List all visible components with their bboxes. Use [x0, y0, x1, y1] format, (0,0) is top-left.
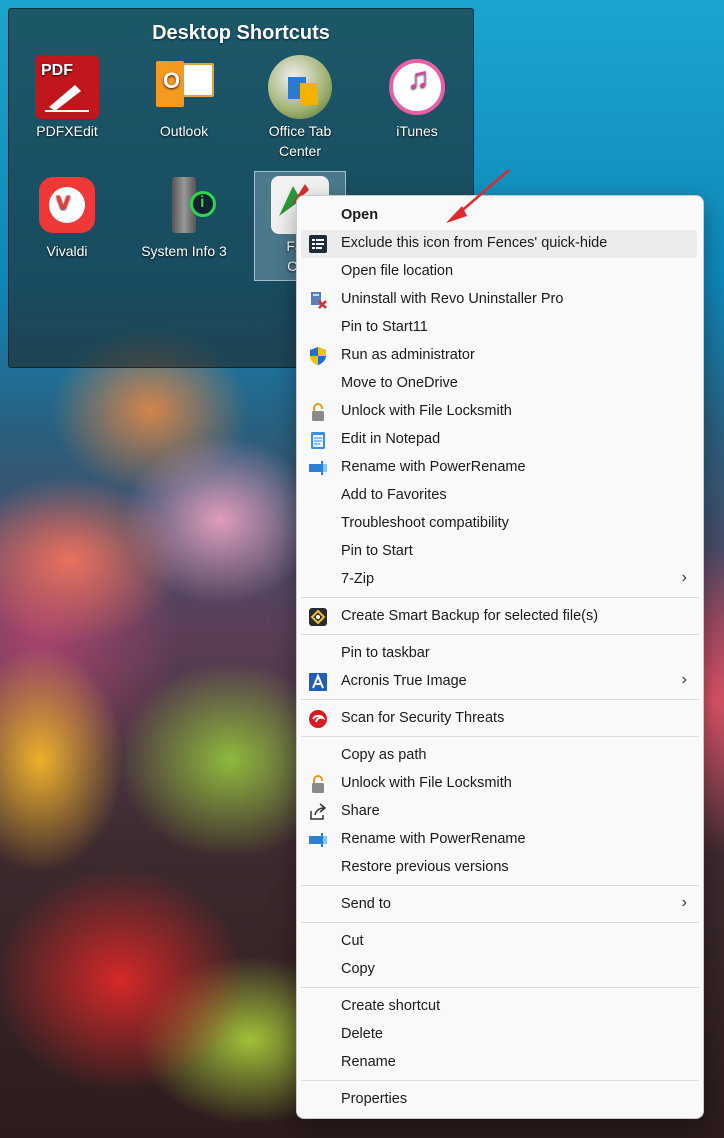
menu-item-uninstall-revo[interactable]: Uninstall with Revo Uninstaller Pro	[301, 286, 697, 314]
desktop-icon-pdfxedit[interactable]: PDF PDFXEdit	[21, 55, 113, 141]
menu-item-send-to[interactable]: Send to ›	[301, 891, 697, 919]
menu-separator	[301, 922, 699, 923]
menu-separator	[301, 987, 699, 988]
menu-item-exclude-quick-hide[interactable]: Exclude this icon from Fences' quick-hid…	[301, 230, 697, 258]
menu-separator	[301, 1080, 699, 1081]
desktop-icon-label: Office Tab	[268, 123, 332, 139]
menu-separator	[301, 597, 699, 598]
desktop-icon-label-line2: Center	[278, 143, 322, 159]
desktop-icon-label: System Info 3	[141, 243, 227, 259]
chevron-right-icon: ›	[681, 671, 687, 688]
menu-item-delete[interactable]: Delete	[301, 1021, 697, 1049]
desktop-icon-system-info[interactable]: i System Info 3	[138, 175, 230, 261]
menu-item-copy[interactable]: Copy	[301, 956, 697, 984]
menu-separator	[301, 736, 699, 737]
desktop-icon-outlook[interactable]: O Outlook	[138, 55, 230, 141]
menu-item-scan-security-threats[interactable]: Scan for Security Threats	[301, 705, 697, 733]
menu-item-move-to-onedrive[interactable]: Move to OneDrive	[301, 370, 697, 398]
acronis-icon	[309, 673, 327, 691]
desktop-icon-label: iTunes	[396, 123, 438, 139]
desktop-icon-office-tab-center[interactable]: Office Tab Center	[254, 55, 346, 161]
menu-item-7zip[interactable]: 7-Zip ›	[301, 566, 697, 594]
system-info-icon: i	[152, 175, 216, 239]
desktop-icon-label: PDFXEdit	[36, 123, 98, 139]
itunes-icon: ♫	[389, 59, 445, 115]
menu-item-pin-to-taskbar[interactable]: Pin to taskbar	[301, 640, 697, 668]
lock-icon	[309, 403, 327, 421]
menu-item-unlock-file-locksmith[interactable]: Unlock with File Locksmith	[301, 398, 697, 426]
desktop-icon-label: Vivaldi	[46, 243, 88, 259]
menu-item-add-to-favorites[interactable]: Add to Favorites	[301, 482, 697, 510]
menu-item-copy-as-path[interactable]: Copy as path	[301, 742, 697, 770]
desktop-icon-label: Outlook	[159, 123, 209, 139]
menu-item-acronis-true-image[interactable]: Acronis True Image ›	[301, 668, 697, 696]
menu-item-unlock-file-locksmith-2[interactable]: Unlock with File Locksmith	[301, 770, 697, 798]
menu-item-properties[interactable]: Properties	[301, 1086, 697, 1114]
desktop-icon-vivaldi[interactable]: v Vivaldi	[21, 175, 113, 261]
chevron-right-icon: ›	[681, 894, 687, 911]
menu-item-create-shortcut[interactable]: Create shortcut	[301, 993, 697, 1021]
share-icon	[309, 803, 327, 821]
revo-icon	[309, 291, 327, 309]
backup-icon	[309, 608, 327, 626]
menu-separator	[301, 699, 699, 700]
menu-item-rename-powerrename-2[interactable]: Rename with PowerRename	[301, 826, 697, 854]
office-tab-icon	[268, 55, 332, 119]
powerrename-icon	[309, 459, 327, 477]
menu-item-open-file-location[interactable]: Open file location	[301, 258, 697, 286]
lock-icon	[309, 775, 327, 793]
menu-item-create-smart-backup[interactable]: Create Smart Backup for selected file(s)	[301, 603, 697, 631]
powerrename-icon	[309, 831, 327, 849]
uac-shield-icon	[309, 347, 327, 365]
pdfxedit-icon: PDF	[35, 55, 99, 119]
desktop-icon-itunes[interactable]: ♫ iTunes	[371, 55, 463, 141]
trendmicro-icon	[309, 710, 327, 728]
menu-separator	[301, 885, 699, 886]
menu-item-cut[interactable]: Cut	[301, 928, 697, 956]
menu-item-run-as-administrator[interactable]: Run as administrator	[301, 342, 697, 370]
notepad-icon	[309, 431, 327, 449]
menu-item-rename[interactable]: Rename	[301, 1049, 697, 1077]
vivaldi-icon: v	[39, 177, 95, 233]
fence-title: Desktop Shortcuts	[152, 22, 330, 44]
menu-item-restore-previous-versions[interactable]: Restore previous versions	[301, 854, 697, 882]
menu-item-pin-to-start[interactable]: Pin to Start	[301, 538, 697, 566]
menu-item-open[interactable]: Open	[301, 202, 697, 230]
menu-separator	[301, 634, 699, 635]
menu-item-troubleshoot-compatibility[interactable]: Troubleshoot compatibility	[301, 510, 697, 538]
chevron-right-icon: ›	[681, 569, 687, 586]
menu-item-rename-powerrename[interactable]: Rename with PowerRename	[301, 454, 697, 482]
context-menu: Open Exclude this icon from Fences' quic…	[296, 195, 704, 1119]
menu-item-share[interactable]: Share	[301, 798, 697, 826]
outlook-icon: O	[152, 55, 216, 119]
menu-item-pin-to-start11[interactable]: Pin to Start11	[301, 314, 697, 342]
menu-item-edit-in-notepad[interactable]: Edit in Notepad	[301, 426, 697, 454]
fences-icon	[309, 235, 327, 253]
